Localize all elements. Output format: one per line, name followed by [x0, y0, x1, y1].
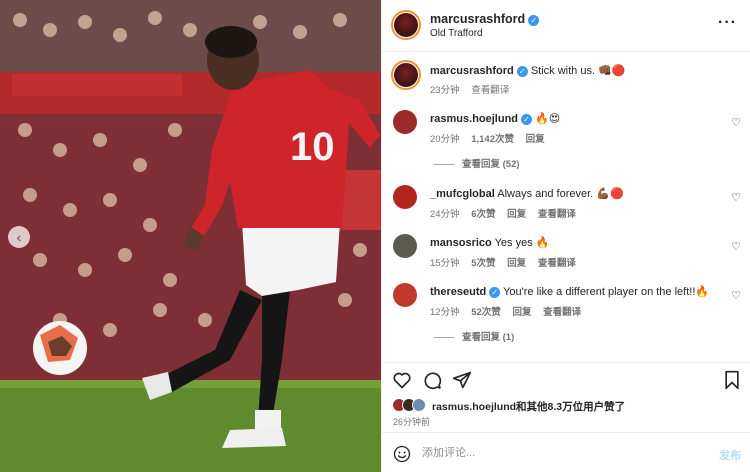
- author-username[interactable]: marcusrashford ✓: [430, 12, 540, 26]
- comment-like-heart-icon[interactable]: ♡: [731, 191, 741, 204]
- reply-button[interactable]: 回复: [507, 209, 526, 220]
- add-comment-bar: 发布: [382, 432, 750, 472]
- commenter-avatar[interactable]: [393, 283, 417, 307]
- comment-meta: 12分钟 52次赞 回复 查看翻译: [430, 307, 582, 318]
- translate-link[interactable]: 查看翻译: [543, 307, 581, 318]
- chevron-left-icon: ‹: [16, 229, 22, 245]
- action-bar: [382, 362, 750, 394]
- post-image: 10: [0, 0, 381, 472]
- post-location[interactable]: Old Trafford: [430, 28, 483, 39]
- reply-button[interactable]: 回复: [512, 307, 531, 318]
- caption-meta: 23分钟 查看翻译: [430, 85, 510, 96]
- post-side-panel: marcusrashford ✓ Old Trafford ··· marcusr…: [381, 0, 750, 472]
- comment-like-heart-icon[interactable]: ♡: [731, 240, 741, 253]
- comment-meta: 20分钟 1,142次赞 回复: [430, 134, 545, 145]
- post-photo[interactable]: 10 ‹: [0, 0, 381, 472]
- comment-meta: 15分钟 5次赞 回复 查看翻译: [430, 258, 576, 269]
- post-timestamp: 26分钟前: [393, 417, 431, 427]
- translate-link[interactable]: 查看翻译: [471, 85, 509, 96]
- comment-text: mansosrico Yes yes 🔥: [430, 237, 550, 249]
- verified-icon: ✓: [521, 114, 533, 125]
- commenter-avatar[interactable]: [393, 234, 417, 258]
- caption-text: marcusrashford ✓ Stick with us. 👊🏾🔴: [430, 65, 626, 77]
- divider: [434, 336, 454, 338]
- comment-text: thereseutd ✓ You're like a different play…: [430, 286, 710, 298]
- likes-summary[interactable]: rasmus.hoejlund和其他8.3万位用户赞了: [392, 398, 742, 414]
- reply-button[interactable]: 回复: [526, 134, 545, 145]
- caption-avatar[interactable]: [391, 60, 421, 90]
- comment-meta: 24分钟 6次赞 回复 查看翻译: [430, 209, 576, 220]
- carousel-prev-button[interactable]: ‹: [8, 226, 30, 248]
- comments-list[interactable]: marcusrashford ✓ Stick with us. 👊🏾🔴 23分钟 …: [382, 52, 750, 362]
- post-header: marcusrashford ✓ Old Trafford ···: [382, 0, 750, 52]
- translate-link[interactable]: 查看翻译: [538, 209, 576, 220]
- share-icon[interactable]: [452, 370, 472, 390]
- comment-like-heart-icon[interactable]: ♡: [731, 289, 741, 302]
- emoji-icon[interactable]: [393, 445, 411, 463]
- view-replies-button[interactable]: 查看回复 (52): [434, 156, 520, 170]
- jersey-number: 10: [290, 125, 335, 169]
- view-replies-button[interactable]: 查看回复 (1): [434, 329, 514, 343]
- commenter-avatar[interactable]: [393, 185, 417, 209]
- more-options-button[interactable]: ···: [718, 14, 737, 32]
- verified-icon: ✓: [516, 66, 528, 77]
- verified-icon: ✓: [489, 287, 501, 298]
- comment-like-heart-icon[interactable]: ♡: [731, 116, 741, 129]
- heart-icon[interactable]: [392, 370, 412, 390]
- comment-icon[interactable]: [422, 370, 442, 390]
- comment-text: _mufcglobal Always and forever. 💪🏾🔴: [430, 188, 624, 200]
- comment-text: rasmus.hoejlund ✓ 🔥😍: [430, 113, 561, 125]
- divider: [434, 163, 454, 165]
- liker-avatar: [412, 398, 426, 412]
- bookmark-icon[interactable]: [722, 370, 742, 390]
- caption-username[interactable]: marcusrashford: [430, 65, 514, 77]
- likes-count[interactable]: rasmus.hoejlund和其他8.3万位用户赞了: [432, 399, 625, 414]
- verified-icon: ✓: [528, 15, 540, 26]
- author-avatar[interactable]: [391, 10, 421, 40]
- comment-input[interactable]: [422, 443, 692, 463]
- commenter-avatar[interactable]: [393, 110, 417, 134]
- post-comment-button[interactable]: 发布: [719, 447, 741, 463]
- translate-link[interactable]: 查看翻译: [538, 258, 576, 269]
- reply-button[interactable]: 回复: [507, 258, 526, 269]
